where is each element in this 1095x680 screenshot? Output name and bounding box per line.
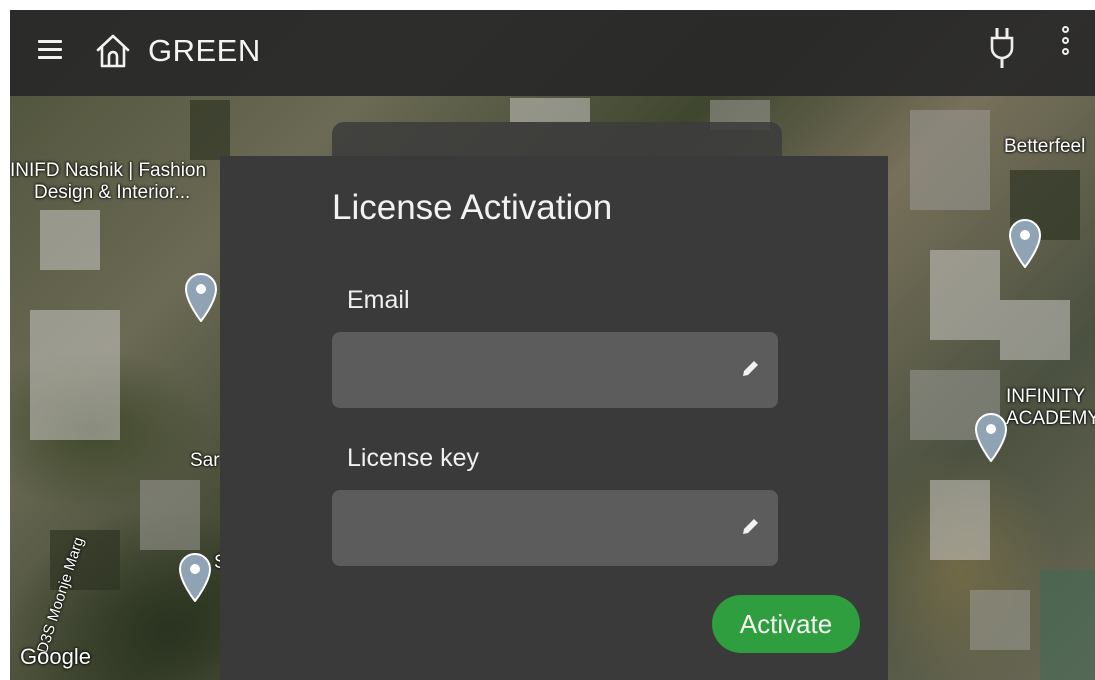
map-label-sar[interactable]: Sar: [190, 450, 220, 472]
email-label: Email: [347, 286, 410, 314]
menu-icon[interactable]: [38, 40, 62, 60]
google-attribution-logo: Google: [20, 644, 91, 669]
map-label-infinity-academy[interactable]: INFINITY ACADEMY: [1006, 386, 1095, 430]
app-title: GREEN: [148, 33, 261, 68]
map-label-infinity-line1: INFINITY: [1006, 386, 1086, 407]
home-icon[interactable]: [94, 32, 132, 70]
map-pin-icon[interactable]: [178, 552, 212, 602]
email-field-container[interactable]: [332, 332, 778, 410]
app-bar: GREEN: [10, 10, 1095, 96]
license-key-field[interactable]: [332, 490, 730, 568]
map-label-inifd-line1: INIFD Nashik | Fashion: [10, 160, 207, 181]
screen: INIFD Nashik | Fashion Design & Interior…: [10, 10, 1095, 680]
map-label-inifd[interactable]: INIFD Nashik | Fashion Design & Interior…: [10, 160, 206, 204]
map-pin-icon[interactable]: [1008, 218, 1042, 268]
license-key-field-container[interactable]: [332, 490, 778, 568]
plug-icon[interactable]: [989, 26, 1015, 70]
license-key-label: License key: [347, 444, 480, 472]
map-label-infinity-line2: ACADEMY: [1006, 408, 1095, 429]
map-pin-icon[interactable]: [184, 272, 218, 322]
map-label-betterfeel[interactable]: Betterfeel: [1004, 136, 1085, 158]
license-activation-dialog: License Activation Email License key Act…: [220, 156, 888, 680]
pencil-icon[interactable]: [740, 359, 760, 379]
map-label-inifd-line2: Design & Interior...: [34, 182, 191, 203]
more-vert-icon[interactable]: [1061, 26, 1075, 76]
activate-button[interactable]: Activate: [712, 595, 860, 653]
map-pin-icon[interactable]: [974, 412, 1008, 462]
pencil-icon[interactable]: [740, 517, 760, 537]
email-field[interactable]: [332, 332, 730, 410]
dialog-title: License Activation: [332, 188, 613, 227]
